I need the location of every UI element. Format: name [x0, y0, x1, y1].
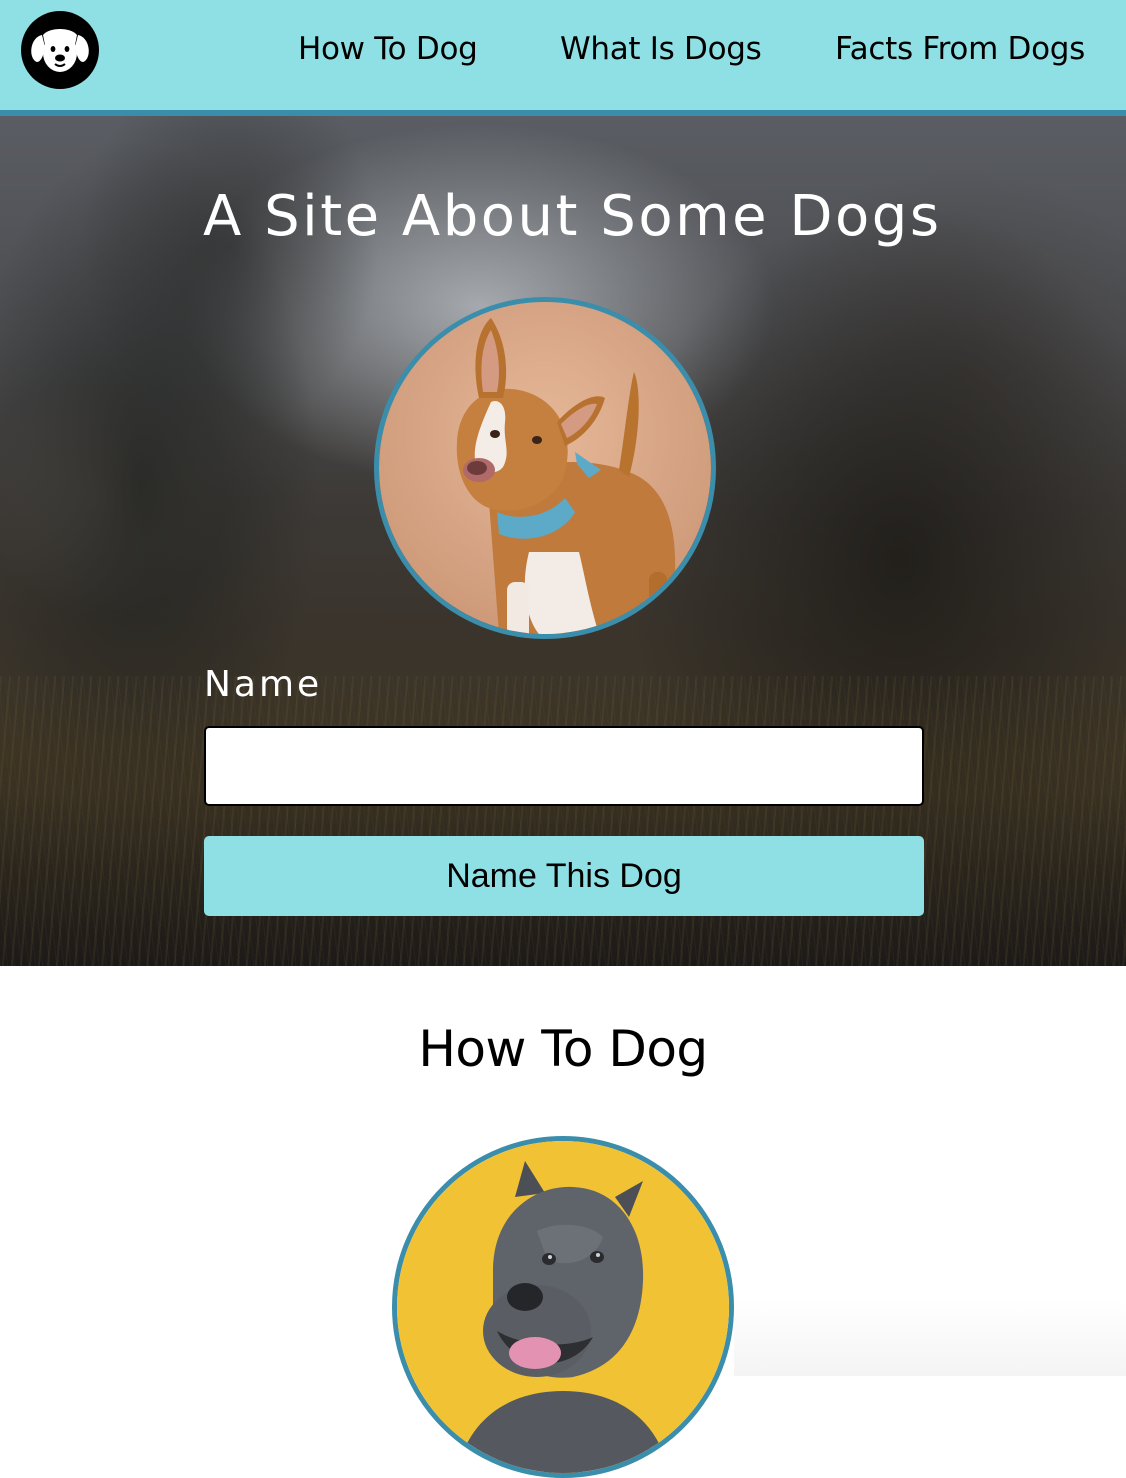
nav-link-how-to-dog[interactable]: How To Dog — [298, 31, 478, 67]
section-dog-avatar — [392, 1136, 734, 1478]
name-input[interactable] — [204, 726, 924, 806]
page-title: A Site About Some Dogs — [203, 184, 942, 249]
grey-pitbull-photo-icon — [397, 1141, 729, 1473]
top-navbar: How To Dog What Is Dogs Facts From Dogs — [0, 0, 1126, 116]
nav-link-what-is-dogs[interactable]: What Is Dogs — [560, 31, 762, 67]
hero-section: A Site About Some Dogs Name Name This Do… — [0, 116, 1126, 966]
hero-dog-avatar — [374, 297, 716, 639]
name-this-dog-button[interactable]: Name This Dog — [204, 836, 924, 916]
tan-pitbull-photo-icon — [379, 302, 711, 634]
section-title: How To Dog — [418, 1020, 708, 1078]
name-field-label: Name — [204, 664, 323, 705]
dog-logo-icon[interactable] — [21, 11, 99, 89]
page-bottom-fade — [734, 1300, 1126, 1376]
nav-link-facts-from-dogs[interactable]: Facts From Dogs — [835, 31, 1085, 67]
background-grass — [0, 676, 1126, 966]
